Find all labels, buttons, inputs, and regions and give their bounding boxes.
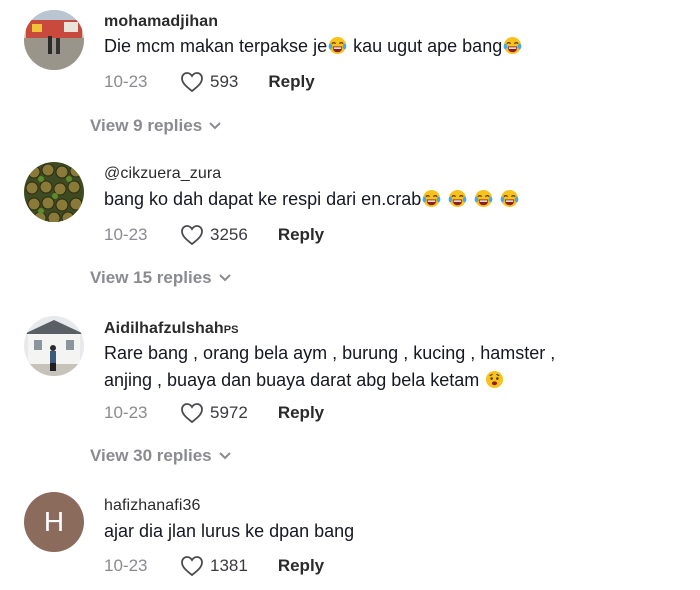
worried-face-emoji (485, 370, 504, 389)
avatar[interactable] (24, 162, 84, 222)
view-replies-button[interactable]: View 9 replies (90, 116, 222, 136)
avatar-letter: H (43, 506, 65, 537)
comment-meta: 10-23 593 Reply (104, 70, 315, 94)
chevron-down-icon (218, 274, 231, 282)
username[interactable]: @cikzuera_zura (104, 165, 221, 183)
heart-outline-icon[interactable] (180, 224, 204, 246)
reply-button[interactable]: Reply (268, 72, 314, 92)
comment-meta: 10-23 5972 Reply (104, 401, 324, 425)
reply-button[interactable]: Reply (278, 403, 324, 423)
reply-button[interactable]: Reply (278, 225, 324, 245)
avatar[interactable] (24, 10, 84, 70)
user-badge: PS (223, 324, 239, 336)
comment-meta: 10-23 3256 Reply (104, 223, 324, 247)
username[interactable]: hafizhanafi36 (104, 497, 201, 515)
comment-text: bang ko dah dapat ke respi dari en.crab (104, 186, 664, 213)
like-button[interactable]: 3256 (180, 224, 248, 246)
avatar[interactable] (24, 316, 84, 376)
view-replies-button[interactable]: View 15 replies (90, 268, 232, 288)
comment-date: 10-23 (104, 225, 148, 244)
comment-text: Die mcm makan terpakse je kau ugut ape b… (104, 33, 664, 60)
like-button[interactable]: 593 (180, 71, 238, 93)
heart-outline-icon[interactable] (180, 71, 204, 93)
like-button[interactable]: 1381 (180, 555, 248, 577)
like-count: 3256 (210, 225, 248, 244)
reply-button[interactable]: Reply (278, 556, 324, 576)
tears-of-joy-emoji (448, 189, 467, 208)
tears-of-joy-emoji (474, 189, 493, 208)
heart-outline-icon[interactable] (180, 402, 204, 424)
heart-outline-icon[interactable] (180, 555, 204, 577)
tears-of-joy-emoji (500, 189, 519, 208)
like-count: 5972 (210, 403, 248, 422)
username[interactable]: AidilhafzulshahPS (104, 320, 239, 338)
comment-date: 10-23 (104, 556, 148, 575)
tears-of-joy-emoji (503, 36, 522, 55)
comment-text: ajar dia jlan lurus ke dpan bang (104, 521, 355, 541)
comment-date: 10-23 (104, 403, 148, 422)
username[interactable]: mohamadjihan (104, 13, 218, 31)
view-replies-button[interactable]: View 30 replies (90, 446, 232, 466)
chevron-down-icon (218, 452, 231, 460)
tears-of-joy-emoji (328, 36, 347, 55)
like-button[interactable]: 5972 (180, 402, 248, 424)
like-count: 1381 (210, 556, 248, 575)
comment-date: 10-23 (104, 72, 148, 91)
avatar[interactable]: H (24, 492, 84, 552)
chevron-down-icon (209, 122, 221, 130)
comment-meta: 10-23 1381 Reply (104, 554, 324, 578)
like-count: 593 (210, 72, 239, 91)
comment-text: Rare bang , orang bela aym , burung , ku… (104, 343, 556, 390)
tears-of-joy-emoji (422, 189, 441, 208)
